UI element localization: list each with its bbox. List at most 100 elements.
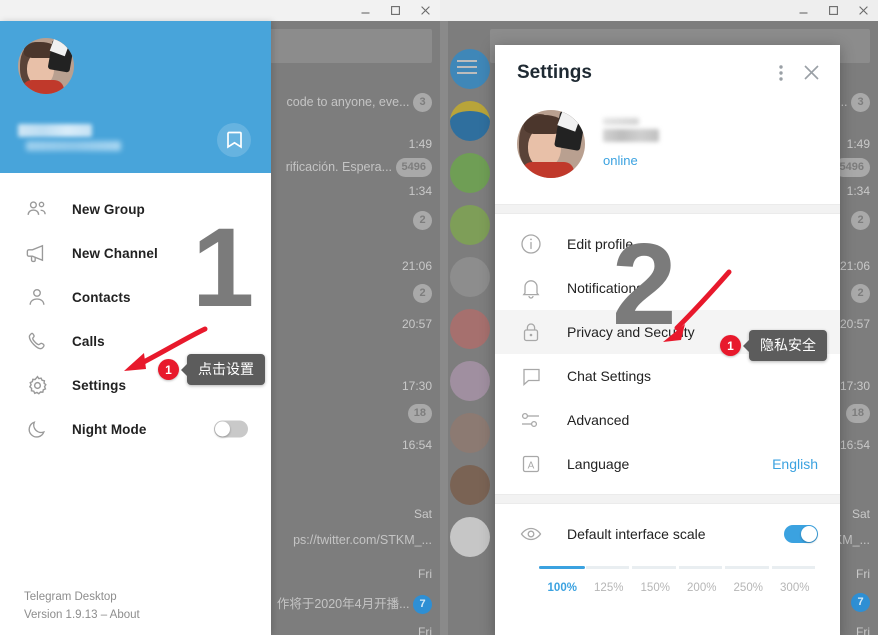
interface-scale-slider[interactable]: 100% 125% 150% 200% 250% 300% xyxy=(495,556,840,594)
account-phone-redacted xyxy=(26,141,121,151)
chat-avatar[interactable] xyxy=(450,101,490,141)
account-name-redacted xyxy=(603,129,659,142)
callout-step-2: 1 隐私安全 xyxy=(720,330,827,361)
unread-badge: 7 xyxy=(413,595,432,615)
settings-item-language[interactable]: A Language English xyxy=(495,442,840,486)
settings-item-label: Language xyxy=(567,456,630,472)
drawer-footer: Telegram Desktop Version 1.9.13 – About xyxy=(24,591,140,621)
minimize-icon xyxy=(361,12,369,14)
maximize-button[interactable] xyxy=(818,0,848,21)
chat-time: 17:30 xyxy=(839,379,870,393)
unread-badge-wrap: 2 xyxy=(413,284,432,303)
callout-step-1: 1 点击设置 xyxy=(158,354,265,385)
sliders-icon xyxy=(519,408,543,432)
titlebar-right xyxy=(440,0,878,21)
menu-item-new-group[interactable]: New Group xyxy=(0,187,271,231)
chat-time: 21:06 xyxy=(401,259,432,273)
chat-avatar[interactable] xyxy=(450,257,490,297)
unread-badge: 18 xyxy=(407,404,432,423)
menu-item-night-mode[interactable]: Night Mode xyxy=(0,407,271,451)
settings-close-button[interactable] xyxy=(796,58,826,88)
slider-fill xyxy=(539,566,586,569)
chat-time: Fri xyxy=(856,625,870,635)
chat-time: 20:57 xyxy=(839,317,870,331)
slider-track[interactable] xyxy=(539,566,818,569)
night-mode-toggle[interactable] xyxy=(214,420,248,438)
section-divider xyxy=(495,204,840,214)
settings-item-value[interactable]: English xyxy=(772,456,818,472)
close-icon xyxy=(858,6,868,15)
maximize-button[interactable] xyxy=(380,0,410,21)
chat-avatar[interactable] xyxy=(450,517,490,557)
app-version[interactable]: Version 1.9.13 – About xyxy=(24,609,140,621)
minimize-button[interactable] xyxy=(350,0,380,21)
settings-more-button[interactable] xyxy=(766,58,796,88)
settings-item-label: Notifications xyxy=(567,280,644,296)
chat-time: Fri xyxy=(856,567,870,581)
slider-labels: 100% 125% 150% 200% 250% 300% xyxy=(539,582,818,594)
scale-option-250[interactable]: 250% xyxy=(725,582,772,594)
unread-badge-wrap: 2 xyxy=(851,211,870,230)
chat-time: Sat xyxy=(413,507,432,521)
close-button[interactable] xyxy=(848,0,878,21)
menu-item-label: Night Mode xyxy=(72,421,147,437)
minimize-button[interactable] xyxy=(788,0,818,21)
scale-option-125[interactable]: 125% xyxy=(586,582,633,594)
interface-scale-toggle[interactable] xyxy=(784,525,818,543)
settings-item-default-interface-scale[interactable]: Default interface scale xyxy=(495,512,840,556)
profile-block: online xyxy=(495,100,840,204)
app-name: Telegram Desktop xyxy=(24,591,117,603)
callout-badge: 1 xyxy=(720,335,741,356)
main-menu-drawer: New Group New Channel Contacts Calls Set… xyxy=(0,21,271,635)
saved-messages-button[interactable] xyxy=(217,123,251,157)
settings-item-advanced[interactable]: Advanced xyxy=(495,398,840,442)
main-menu-button[interactable] xyxy=(456,59,478,80)
letter-a-icon: A xyxy=(519,452,543,476)
account-name-redacted-top xyxy=(603,118,639,125)
avatar[interactable] xyxy=(517,110,585,178)
chat-time: 1:34 xyxy=(408,184,432,198)
telegram-window-left: code to anyone, eve... 3 1:49 rificación… xyxy=(0,0,440,635)
close-icon xyxy=(803,65,819,80)
chat-avatar-column xyxy=(450,49,492,569)
unread-badge: 5496 xyxy=(395,158,432,177)
more-vertical-icon xyxy=(779,64,783,81)
telegram-window-right: e... 3 1:49 5496 1:34 2 21:06 2 20:57 17… xyxy=(440,0,878,635)
settings-item-notifications[interactable]: Notifications xyxy=(495,266,840,310)
unread-badge-wrap: 7 xyxy=(851,593,870,612)
close-button[interactable] xyxy=(410,0,440,21)
chat-avatar[interactable] xyxy=(450,465,490,505)
profile-meta: online xyxy=(603,110,659,168)
menu-item-contacts[interactable]: Contacts xyxy=(0,275,271,319)
unread-badge: 18 xyxy=(845,404,870,423)
unread-badge: 2 xyxy=(413,284,432,303)
minimize-icon xyxy=(799,12,807,14)
chat-time: Fri xyxy=(418,625,432,635)
chat-time: 17:30 xyxy=(401,379,432,393)
chat-avatar[interactable] xyxy=(450,205,490,245)
chat-avatar[interactable] xyxy=(450,153,490,193)
settings-item-label: Chat Settings xyxy=(567,368,652,384)
unread-badge-wrap: 2 xyxy=(851,284,870,303)
settings-item-label: Edit profile xyxy=(567,236,634,252)
chat-time: 16:54 xyxy=(839,438,870,452)
hamburger-icon xyxy=(457,60,477,74)
gear-icon xyxy=(24,372,50,398)
section-divider xyxy=(495,494,840,504)
scale-option-300[interactable]: 300% xyxy=(772,582,819,594)
menu-item-new-channel[interactable]: New Channel xyxy=(0,231,271,275)
chat-avatar[interactable] xyxy=(450,309,490,349)
settings-item-label: Default interface scale xyxy=(567,526,706,542)
scale-option-150[interactable]: 150% xyxy=(632,582,679,594)
scale-option-100[interactable]: 100% xyxy=(539,582,586,594)
unread-badge: 2 xyxy=(851,284,870,303)
chat-snippet: code to anyone, eve... 3 xyxy=(287,93,432,112)
chat-avatar[interactable] xyxy=(450,361,490,401)
settings-item-edit-profile[interactable]: Edit profile xyxy=(495,222,840,266)
bookmark-icon xyxy=(226,131,242,149)
avatar[interactable] xyxy=(18,38,74,94)
chat-snippet: rificación. Espera... 5496 xyxy=(286,158,432,177)
scale-option-200[interactable]: 200% xyxy=(679,582,726,594)
info-icon xyxy=(519,232,543,256)
chat-avatar[interactable] xyxy=(450,413,490,453)
